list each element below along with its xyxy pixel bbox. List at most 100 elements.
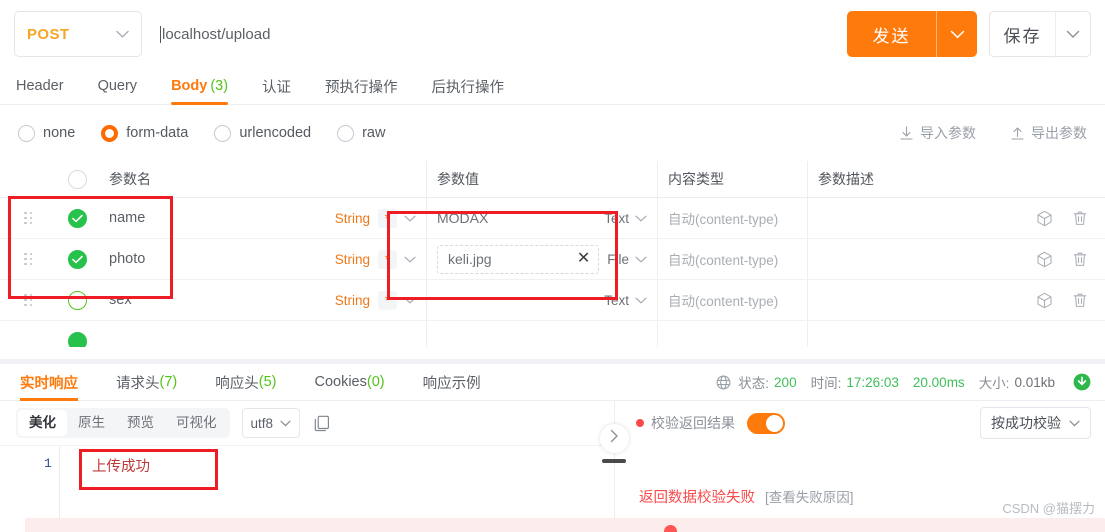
param-name-input[interactable]: sex: [97, 292, 318, 308]
chevron-down-icon[interactable]: [404, 215, 416, 222]
package-icon[interactable]: [1036, 251, 1053, 268]
size-value: 0.01kb: [1014, 374, 1055, 390]
tab-post-script[interactable]: 后执行操作: [432, 68, 505, 105]
param-name-input[interactable]: name: [97, 210, 318, 226]
save-button-label: 保存: [1003, 26, 1042, 46]
checkbox-icon: [67, 169, 87, 189]
tab-query[interactable]: Query: [98, 68, 138, 105]
content-type-cell[interactable]: 自动(content-type): [657, 198, 807, 238]
tab-request-headers[interactable]: 请求头 (7): [116, 364, 177, 401]
package-icon[interactable]: [1036, 210, 1053, 227]
chevron-down-icon[interactable]: [404, 256, 416, 263]
value-kind-value: File: [607, 251, 629, 267]
send-options-chevron-down-icon[interactable]: [937, 30, 977, 39]
param-type-select[interactable]: String *: [318, 208, 426, 228]
response-tabs: 实时响应 请求头 (7) 响应头 (5) Cookies (0) 响应示例 状态…: [0, 364, 1105, 401]
value-kind-value: Text: [604, 292, 629, 308]
tab-pre-script[interactable]: 预执行操作: [325, 68, 398, 105]
tab-label: Query: [97, 78, 138, 94]
view-mode-preview[interactable]: 预览: [116, 410, 165, 436]
content-type-cell[interactable]: 自动(content-type): [657, 280, 807, 320]
param-type-value: String: [334, 251, 370, 267]
verify-toggle[interactable]: [747, 412, 785, 434]
view-fail-reason-link[interactable]: [查看失败原因]: [765, 486, 854, 506]
param-description-input[interactable]: [807, 239, 1027, 279]
url-input[interactable]: localhost/upload: [154, 11, 837, 57]
body-type-raw[interactable]: raw: [337, 124, 386, 142]
tab-realtime-response[interactable]: 实时响应: [20, 364, 78, 401]
chevron-down-icon[interactable]: [635, 215, 647, 222]
copy-icon[interactable]: [314, 415, 330, 432]
download-response-icon[interactable]: [1073, 373, 1091, 391]
param-description-input[interactable]: [807, 280, 1027, 320]
delete-icon[interactable]: [1072, 251, 1088, 268]
drag-handle-icon: [24, 293, 33, 307]
status-label: 状态:: [738, 376, 770, 391]
import-params-button[interactable]: 导入参数: [899, 123, 976, 143]
chevron-right-icon: [609, 429, 620, 448]
row-drag-handle[interactable]: [0, 293, 57, 307]
tab-response-headers[interactable]: 响应头 (5): [215, 364, 276, 401]
view-mode-raw[interactable]: 原生: [67, 410, 116, 436]
param-value-cell[interactable]: MODAX Text: [426, 198, 657, 238]
response-body-toolbar: 美化 原生 预览 可视化 utf8: [0, 401, 614, 445]
param-type-value: String: [334, 210, 370, 226]
file-chip[interactable]: keli.jpg ✕: [437, 244, 600, 274]
row-drag-handle[interactable]: [0, 211, 57, 225]
param-value-input[interactable]: MODAX: [437, 210, 604, 226]
tab-cookies[interactable]: Cookies (0): [314, 364, 384, 401]
param-name-value: sex: [109, 292, 132, 308]
row-drag-handle[interactable]: [0, 252, 57, 266]
required-badge[interactable]: *: [378, 208, 397, 228]
tab-response-example[interactable]: 响应示例: [423, 364, 481, 401]
header-label: 内容类型: [668, 171, 724, 187]
delete-icon[interactable]: [1072, 210, 1088, 227]
content-type-cell[interactable]: 自动(content-type): [657, 239, 807, 279]
content-type-value: 自动(content-type): [668, 212, 779, 227]
param-type-select[interactable]: String *: [318, 249, 426, 269]
body-type-urlencoded[interactable]: urlencoded: [214, 124, 311, 142]
collapse-panel-button[interactable]: [600, 424, 629, 453]
required-badge[interactable]: *: [378, 290, 397, 310]
params-table: 参数名 参数值 内容类型 参数描述 name String * MODAX Te…: [0, 161, 1105, 361]
chevron-down-icon[interactable]: [404, 297, 416, 304]
param-value-cell[interactable]: keli.jpg ✕ File: [426, 239, 657, 279]
tab-label: 响应头: [215, 375, 259, 392]
close-icon[interactable]: ✕: [571, 251, 590, 267]
tab-body[interactable]: Body (3): [171, 68, 228, 105]
tab-header[interactable]: Header: [16, 68, 64, 105]
tab-label: Body: [171, 78, 208, 94]
value-kind-value: Text: [604, 210, 629, 226]
row-enable-checkbox[interactable]: [57, 208, 97, 228]
radio-label: raw: [362, 125, 386, 141]
line-number: 1: [44, 456, 52, 471]
row-enable-checkbox[interactable]: [57, 290, 97, 310]
encoding-select[interactable]: utf8: [241, 408, 301, 438]
required-badge[interactable]: *: [378, 249, 397, 269]
view-mode-beautify[interactable]: 美化: [18, 410, 67, 436]
param-description-input[interactable]: [807, 198, 1027, 238]
body-type-none[interactable]: none: [18, 124, 75, 142]
chevron-down-icon[interactable]: [635, 256, 647, 263]
param-name-input[interactable]: photo: [97, 251, 318, 267]
delete-icon[interactable]: [1072, 292, 1088, 309]
http-method-select[interactable]: POST: [14, 11, 142, 57]
body-type-form-data[interactable]: form-data: [101, 124, 188, 142]
header-label: 参数名: [109, 171, 151, 187]
save-button[interactable]: 保存: [989, 11, 1091, 57]
chevron-down-icon[interactable]: [635, 297, 647, 304]
package-icon[interactable]: [1036, 292, 1053, 309]
api-client-window: POST localhost/upload 发送 保存 Header Query…: [0, 0, 1105, 532]
select-all-checkbox[interactable]: [57, 169, 97, 189]
param-type-select[interactable]: String *: [318, 290, 426, 310]
tab-label: 后执行操作: [431, 79, 505, 96]
url-value: localhost/upload: [162, 25, 271, 43]
export-params-button[interactable]: 导出参数: [1010, 123, 1087, 143]
view-mode-visualize[interactable]: 可视化: [165, 410, 228, 436]
row-enable-checkbox[interactable]: [57, 249, 97, 269]
tab-auth[interactable]: 认证: [262, 68, 291, 105]
verify-mode-select[interactable]: 按成功校验: [980, 407, 1091, 439]
send-button[interactable]: 发送: [847, 11, 977, 57]
param-value-cell[interactable]: Text: [426, 280, 657, 320]
save-options-chevron-down-icon[interactable]: [1056, 30, 1090, 39]
